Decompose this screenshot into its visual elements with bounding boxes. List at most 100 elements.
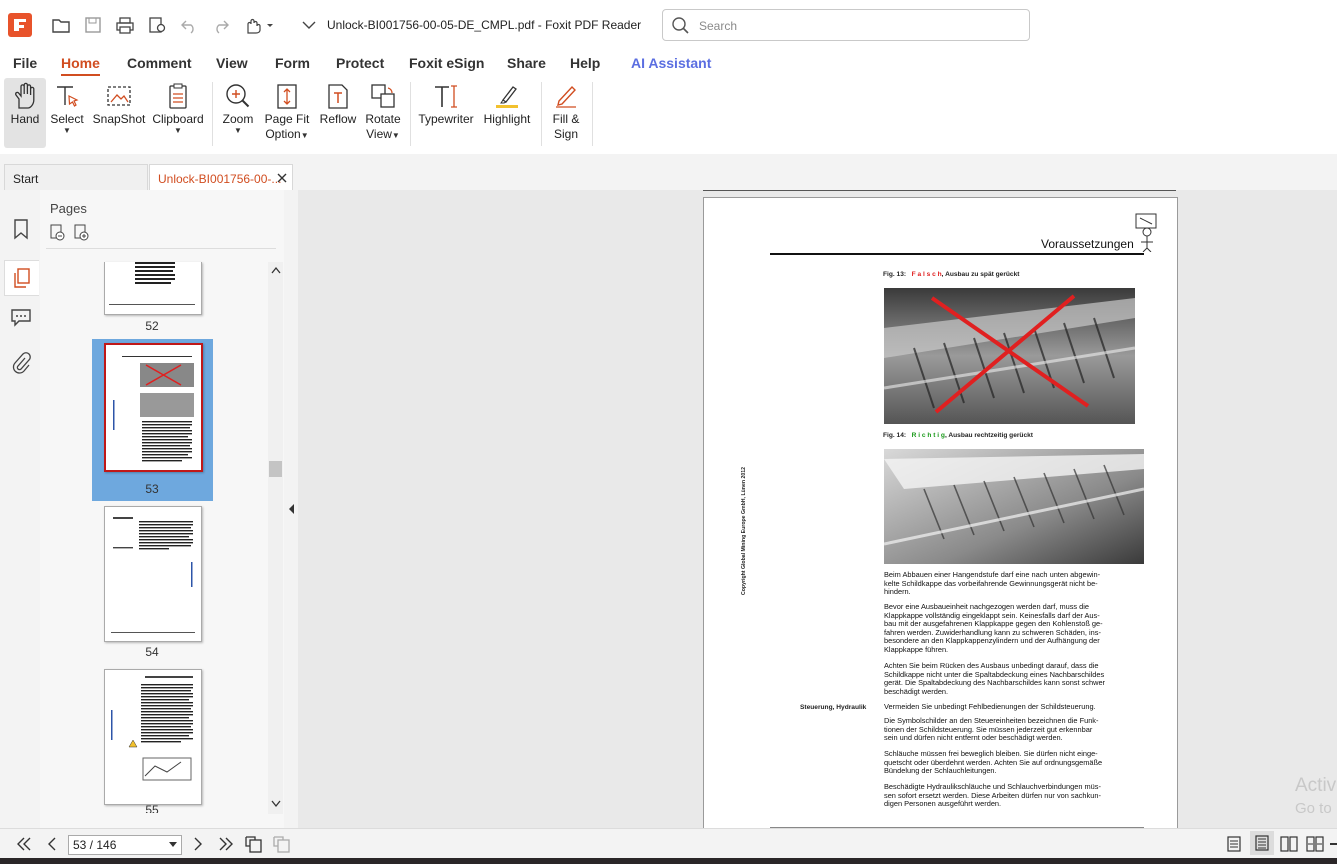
panel-splitter[interactable] xyxy=(284,190,298,828)
last-page-icon[interactable] xyxy=(218,837,234,851)
hand-tool-dropdown[interactable] xyxy=(242,14,276,36)
fill-sign-icon xyxy=(556,85,576,108)
typewriter-button[interactable]: Typewriter xyxy=(416,78,476,148)
divider xyxy=(46,248,276,249)
ribbon-separator xyxy=(541,82,542,146)
figure-14-keyword: R i c h t i g xyxy=(911,432,945,439)
scroll-down-icon[interactable] xyxy=(271,800,281,808)
pages-panel-scrollbar[interactable] xyxy=(268,262,283,814)
page-number-52: 52 xyxy=(145,319,159,333)
previous-page-icon[interactable] xyxy=(46,837,58,851)
fill-sign-line1: Fill & xyxy=(552,112,580,126)
menu-share[interactable]: Share xyxy=(507,55,546,71)
chevron-down-icon[interactable] xyxy=(169,842,177,848)
taskbar-edge xyxy=(0,858,1337,864)
page-thumbnail-52[interactable] xyxy=(104,262,202,315)
page-fit-option-button[interactable]: Page Fit Option▼ xyxy=(262,78,312,148)
redo-icon[interactable] xyxy=(210,14,232,36)
two-page-continuous-icon[interactable] xyxy=(1306,836,1324,852)
two-page-view-icon[interactable] xyxy=(1280,836,1298,852)
reflow-label: Reflow xyxy=(319,112,357,126)
activation-watermark-line1: Activ xyxy=(1295,775,1337,796)
zoom-in-thumbnails-icon[interactable] xyxy=(73,224,91,242)
title-bar: Unlock-BI001756-00-05-DE_CMPL.pdf - Foxi… xyxy=(0,0,1337,50)
menu-form[interactable]: Form xyxy=(275,55,310,71)
next-view-icon[interactable] xyxy=(272,835,292,853)
hand-label: Hand xyxy=(10,112,40,126)
rotate-label: Rotate View▼ xyxy=(365,112,401,141)
tab-start-label: Start xyxy=(13,172,39,186)
page-number-field[interactable]: 53 / 146 xyxy=(68,835,182,855)
chevron-down-icon[interactable] xyxy=(298,14,320,36)
menu-bar: File Home Comment View Form Protect Foxi… xyxy=(0,50,1337,76)
rotate-line2: View xyxy=(366,127,392,141)
open-folder-icon[interactable] xyxy=(50,14,72,36)
select-button[interactable]: Select ▼ xyxy=(48,78,86,148)
body-paragraph: Schläuche müssen frei beweglich bleiben.… xyxy=(884,749,1103,776)
foxit-logo-icon xyxy=(8,13,32,37)
highlight-label: Highlight xyxy=(483,112,531,126)
menu-help[interactable]: Help xyxy=(570,55,600,71)
tab-document-label: Unlock-BI001756-00-... xyxy=(158,172,282,186)
snapshot-button[interactable]: SnapShot xyxy=(90,78,148,148)
typewriter-icon xyxy=(435,85,457,108)
hand-button[interactable]: Hand xyxy=(4,78,46,148)
clipboard-button[interactable]: Clipboard ▼ xyxy=(150,78,206,148)
properties-icon[interactable] xyxy=(146,14,168,36)
figure-14-image xyxy=(884,449,1144,564)
highlight-button[interactable]: Highlight xyxy=(478,78,536,148)
document-tab-bar: Start Unlock-BI001756-00-... xyxy=(0,154,1337,191)
collapse-panel-icon[interactable] xyxy=(287,503,295,515)
chevron-down-icon: ▼ xyxy=(234,126,242,135)
figure-13-keyword: F a l s c h xyxy=(911,271,942,278)
tab-start[interactable]: Start xyxy=(4,164,148,191)
save-icon[interactable] xyxy=(82,14,104,36)
rotate-line1: Rotate xyxy=(365,112,401,126)
undo-icon[interactable] xyxy=(178,14,200,36)
zoom-out-thumbnails-icon[interactable] xyxy=(49,224,67,242)
rotate-view-button[interactable]: Rotate View▼ xyxy=(362,78,404,148)
zoom-out-icon[interactable] xyxy=(1330,843,1337,845)
print-icon[interactable] xyxy=(114,14,136,36)
menu-home[interactable]: Home xyxy=(61,55,100,76)
copyright-vertical: Copyright Global Mining Europe GmbH, Lün… xyxy=(741,467,747,595)
typewriter-label: Typewriter xyxy=(418,112,474,126)
comments-icon[interactable] xyxy=(8,304,34,330)
menu-file[interactable]: File xyxy=(13,55,37,71)
page-thumbnail-54[interactable] xyxy=(104,506,202,642)
body-paragraph: Bevor eine Ausbaueinheit nachgezogen wer… xyxy=(884,602,1103,654)
menu-ai-assistant[interactable]: AI Assistant xyxy=(631,55,711,71)
clipboard-label: Clipboard xyxy=(152,112,204,126)
menu-view[interactable]: View xyxy=(216,55,248,71)
side-heading: Steuerung, Hydraulik xyxy=(800,704,867,711)
ribbon-separator xyxy=(212,82,213,146)
first-page-icon[interactable] xyxy=(16,837,32,851)
tab-document[interactable]: Unlock-BI001756-00-... xyxy=(149,164,293,191)
next-page-icon[interactable] xyxy=(192,837,204,851)
zoom-button[interactable]: Zoom ▼ xyxy=(218,78,258,148)
close-icon[interactable] xyxy=(277,173,287,183)
pages-panel-title: Pages xyxy=(50,201,87,216)
select-text-icon xyxy=(57,86,79,107)
page-thumbnail-55[interactable] xyxy=(104,669,202,805)
previous-view-icon[interactable] xyxy=(244,835,264,853)
single-page-view-icon[interactable] xyxy=(1226,836,1242,852)
ribbon-toolbar: Hand Select ▼ SnapShot Clipboard ▼ Zoom … xyxy=(0,76,1337,155)
reflow-button[interactable]: Reflow xyxy=(318,78,358,148)
fill-sign-button[interactable]: Fill & Sign xyxy=(546,78,586,148)
header-rule xyxy=(770,253,1144,255)
menu-comment[interactable]: Comment xyxy=(127,55,192,71)
menu-protect[interactable]: Protect xyxy=(336,55,384,71)
bookmark-icon[interactable] xyxy=(8,216,34,242)
search-input[interactable] xyxy=(697,16,1021,36)
menu-foxit-esign[interactable]: Foxit eSign xyxy=(409,55,484,71)
scrollbar-thumb[interactable] xyxy=(269,461,282,477)
snapshot-label: SnapShot xyxy=(92,112,146,126)
rotate-icon xyxy=(371,84,395,108)
scroll-up-icon[interactable] xyxy=(271,266,281,274)
continuous-view-button[interactable] xyxy=(1250,831,1274,855)
page-thumbnail-53[interactable] xyxy=(104,343,203,472)
pages-panel-icon[interactable] xyxy=(4,260,39,296)
attachment-icon[interactable] xyxy=(8,350,34,376)
search-box[interactable] xyxy=(662,9,1030,41)
